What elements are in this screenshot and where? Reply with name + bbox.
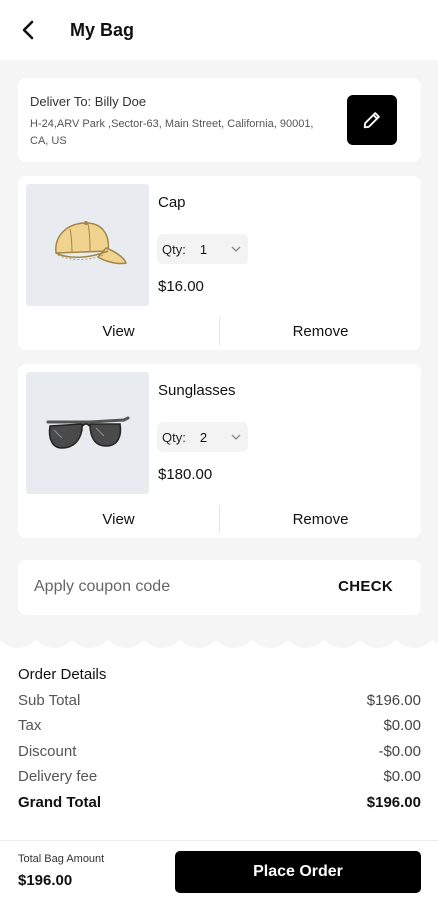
subtotal-row: Sub Total $196.00 xyxy=(18,692,421,709)
item-name: Cap xyxy=(158,194,186,211)
order-details-title: Order Details xyxy=(18,666,107,683)
subtotal-value: $196.00 xyxy=(366,692,421,709)
view-button[interactable]: View xyxy=(18,500,219,538)
qty-value: 2 xyxy=(199,429,208,445)
tax-row: Tax $0.00 xyxy=(18,717,421,734)
chevron-down-icon xyxy=(231,246,241,252)
item-price: $180.00 xyxy=(158,466,213,483)
bag-item-card: Sunglasses Qty: 2 $180.00 View Remove xyxy=(18,364,421,538)
delivery-fee-row: Delivery fee $0.00 xyxy=(18,768,421,785)
qty-value: 1 xyxy=(199,241,208,257)
discount-row: Discount -$0.00 xyxy=(18,743,421,760)
checkout-footer: Total Bag Amount $196.00 Place Order xyxy=(0,840,438,900)
delivery-fee-label: Delivery fee xyxy=(18,768,98,785)
remove-button[interactable]: Remove xyxy=(220,312,421,350)
back-button[interactable] xyxy=(14,16,42,44)
delivery-address-card: Deliver To: Billy Doe H-24,ARV Park ,Sec… xyxy=(18,78,421,162)
item-name: Sunglasses xyxy=(158,382,236,399)
tax-label: Tax xyxy=(18,717,42,734)
page-title: My Bag xyxy=(70,19,135,40)
discount-value: -$0.00 xyxy=(378,743,421,760)
grand-total-label: Grand Total xyxy=(18,794,102,811)
remove-button[interactable]: Remove xyxy=(220,500,421,538)
view-button[interactable]: View xyxy=(18,312,219,350)
grand-total-row: Grand Total $196.00 xyxy=(18,794,421,811)
sunglasses-image xyxy=(26,372,149,494)
deliver-to-label: Deliver To: Billy Doe xyxy=(30,94,147,109)
subtotal-label: Sub Total xyxy=(18,692,81,709)
app-header: My Bag xyxy=(0,0,438,60)
quantity-selector[interactable]: Qty: 2 xyxy=(157,422,248,452)
delivery-fee-value: $0.00 xyxy=(383,768,421,785)
coupon-card: CHECK xyxy=(18,560,421,615)
total-bag-amount-label: Total Bag Amount xyxy=(18,853,105,865)
qty-label: Qty: xyxy=(162,429,186,445)
edit-address-button[interactable] xyxy=(347,95,397,145)
grand-total-value: $196.00 xyxy=(366,794,421,811)
discount-label: Discount xyxy=(18,743,77,760)
place-order-button[interactable]: Place Order xyxy=(175,851,421,893)
order-details: Order Details Sub Total $196.00 Tax $0.0… xyxy=(0,650,438,840)
item-actions: View Remove xyxy=(18,312,421,350)
check-coupon-button[interactable]: CHECK xyxy=(338,578,393,595)
quantity-selector[interactable]: Qty: 1 xyxy=(157,234,248,264)
coupon-input[interactable] xyxy=(34,575,294,599)
qty-label: Qty: xyxy=(162,241,186,257)
chevron-left-icon xyxy=(22,20,34,40)
item-actions: View Remove xyxy=(18,500,421,538)
delivery-address: H-24,ARV Park ,Sector-63, Main Street, C… xyxy=(30,118,314,147)
tax-value: $0.00 xyxy=(383,717,421,734)
chevron-down-icon xyxy=(231,434,241,440)
cap-image xyxy=(26,184,149,306)
total-bag-amount-value: $196.00 xyxy=(18,872,73,889)
item-price: $16.00 xyxy=(158,278,204,295)
bag-item-card: Cap Qty: 1 $16.00 View Remove xyxy=(18,176,421,350)
pencil-icon xyxy=(363,112,380,129)
